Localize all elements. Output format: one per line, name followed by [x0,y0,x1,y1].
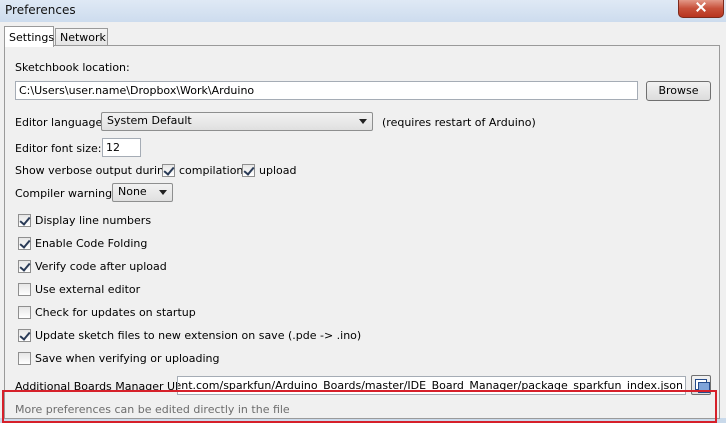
verbose-upload-checkbox[interactable] [242,164,255,177]
settings-panel: Sketchbook location: C:\Users\user.name\… [4,45,720,419]
display-line-numbers-checkbox[interactable] [18,214,31,227]
highlight-box [2,390,717,423]
preferences-window: Preferences Settings Network Sketchbook … [0,0,726,423]
verify-after-upload-label: Verify code after upload [35,260,167,273]
external-editor-checkbox[interactable] [18,283,31,296]
code-folding-checkbox[interactable] [18,237,31,250]
sketchbook-label: Sketchbook location: [15,61,130,74]
save-on-verify-label: Save when verifying or uploading [35,352,220,365]
tab-network[interactable]: Network [55,28,108,45]
editor-language-value: System Default [107,114,192,127]
compiler-warnings-value: None [118,185,147,198]
code-folding-label: Enable Code Folding [35,237,148,250]
sketchbook-location-field[interactable]: C:\Users\user.name\Dropbox\Work\Arduino [15,81,638,100]
font-size-field[interactable]: 12 [102,138,141,157]
verbose-upload-label: upload [259,164,297,177]
verbose-compilation-label: compilation [179,164,244,177]
check-updates-checkbox[interactable] [18,306,31,319]
window-title: Preferences [5,3,76,17]
editor-language-note: (requires restart of Arduino) [382,116,536,129]
browse-button[interactable]: Browse [646,81,711,101]
chevron-down-icon [159,190,167,195]
title-bar: Preferences [0,0,726,22]
save-on-verify-checkbox[interactable] [18,352,31,365]
check-updates-label: Check for updates on startup [35,306,196,319]
verbose-compilation-checkbox[interactable] [162,164,175,177]
client-area: Settings Network Sketchbook location: C:… [0,22,726,423]
font-size-label: Editor font size: [15,142,102,155]
close-icon[interactable] [678,0,724,18]
compiler-warnings-label: Compiler warnings: [15,187,122,200]
update-extension-label: Update sketch files to new extension on … [35,329,362,342]
editor-language-select[interactable]: System Default [101,112,373,131]
verify-after-upload-checkbox[interactable] [18,260,31,273]
chevron-down-icon [359,119,367,124]
compiler-warnings-select[interactable]: None [112,183,173,202]
editor-language-label: Editor language: [15,116,106,129]
tab-settings[interactable]: Settings [4,26,54,47]
external-editor-label: Use external editor [35,283,141,296]
update-extension-checkbox[interactable] [18,329,31,342]
display-line-numbers-label: Display line numbers [35,214,152,227]
verbose-label: Show verbose output during: [15,164,175,177]
